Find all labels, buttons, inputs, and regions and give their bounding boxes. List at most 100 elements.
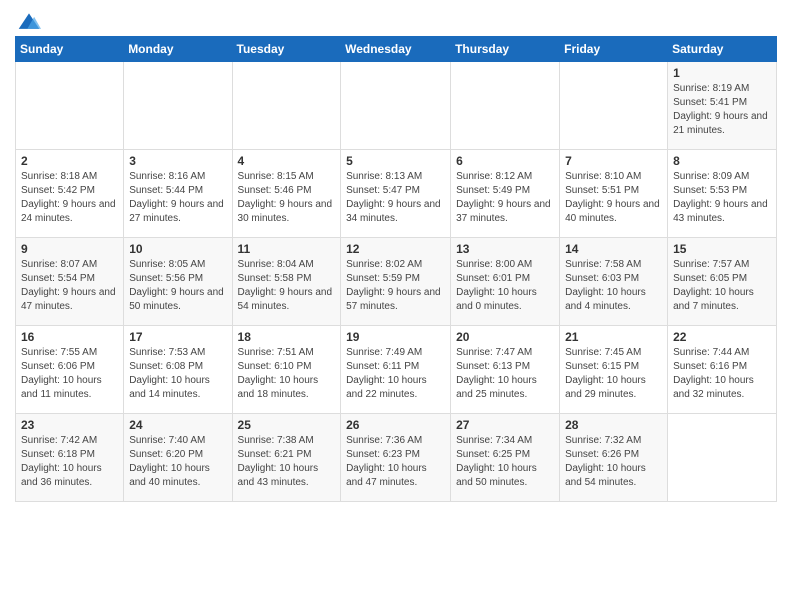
day-info: Sunrise: 8:04 AM Sunset: 5:58 PM Dayligh… — [238, 258, 336, 314]
calendar-body: 1 Sunrise: 8:19 AM Sunset: 5:41 PM Daylig… — [16, 62, 777, 502]
calendar-cell: 15 Sunrise: 7:57 AM Sunset: 6:05 PM Dayli… — [668, 238, 777, 326]
day-number: 17 — [129, 330, 226, 344]
calendar-cell — [560, 62, 668, 150]
calendar-cell — [668, 414, 777, 502]
day-info: Sunrise: 7:51 AM Sunset: 6:10 PM Dayligh… — [238, 346, 336, 402]
calendar-cell: 12 Sunrise: 8:02 AM Sunset: 5:59 PM Dayli… — [341, 238, 451, 326]
calendar-cell: 19 Sunrise: 7:49 AM Sunset: 6:11 PM Dayli… — [341, 326, 451, 414]
calendar-cell: 11Sunrise: 8:04 AM Sunset: 5:58 PM Dayli… — [232, 238, 341, 326]
day-info: Sunrise: 8:05 AM Sunset: 5:56 PM Dayligh… — [129, 258, 226, 314]
day-number: 1 — [673, 66, 771, 80]
day-info: Sunrise: 7:32 AM Sunset: 6:26 PM Dayligh… — [565, 434, 662, 490]
weekday-saturday: Saturday — [668, 37, 777, 62]
day-info: Sunrise: 7:53 AM Sunset: 6:08 PM Dayligh… — [129, 346, 226, 402]
calendar-cell — [16, 62, 124, 150]
day-info: Sunrise: 7:42 AM Sunset: 6:18 PM Dayligh… — [21, 434, 118, 490]
calendar-week-4: 23 Sunrise: 7:42 AM Sunset: 6:18 PM Dayli… — [16, 414, 777, 502]
day-info: Sunrise: 8:12 AM Sunset: 5:49 PM Dayligh… — [456, 170, 554, 226]
day-number: 20 — [456, 330, 554, 344]
day-number: 22 — [673, 330, 771, 344]
weekday-wednesday: Wednesday — [341, 37, 451, 62]
day-number: 3 — [129, 154, 226, 168]
day-info: Sunrise: 8:02 AM Sunset: 5:59 PM Dayligh… — [346, 258, 445, 314]
weekday-friday: Friday — [560, 37, 668, 62]
logo — [15, 10, 41, 28]
calendar-cell: 24 Sunrise: 7:40 AM Sunset: 6:20 PM Dayli… — [124, 414, 232, 502]
weekday-header-row: SundayMondayTuesdayWednesdayThursdayFrid… — [16, 37, 777, 62]
calendar-cell: 27Sunrise: 7:34 AM Sunset: 6:25 PM Dayli… — [451, 414, 560, 502]
calendar-week-1: 2 Sunrise: 8:18 AM Sunset: 5:42 PM Daylig… — [16, 150, 777, 238]
calendar-cell: 25 Sunrise: 7:38 AM Sunset: 6:21 PM Dayli… — [232, 414, 341, 502]
day-number: 5 — [346, 154, 445, 168]
day-number: 2 — [21, 154, 118, 168]
calendar-header: SundayMondayTuesdayWednesdayThursdayFrid… — [16, 37, 777, 62]
calendar-cell: 13 Sunrise: 8:00 AM Sunset: 6:01 PM Dayli… — [451, 238, 560, 326]
calendar-cell: 16 Sunrise: 7:55 AM Sunset: 6:06 PM Dayli… — [16, 326, 124, 414]
day-info: Sunrise: 8:15 AM Sunset: 5:46 PM Dayligh… — [238, 170, 336, 226]
day-number: 13 — [456, 242, 554, 256]
calendar-cell: 20 Sunrise: 7:47 AM Sunset: 6:13 PM Dayli… — [451, 326, 560, 414]
day-info: Sunrise: 8:19 AM Sunset: 5:41 PM Dayligh… — [673, 82, 771, 138]
calendar-cell — [124, 62, 232, 150]
day-info: Sunrise: 7:45 AM Sunset: 6:15 PM Dayligh… — [565, 346, 662, 402]
day-number: 23 — [21, 418, 118, 432]
calendar-cell — [232, 62, 341, 150]
calendar-cell — [341, 62, 451, 150]
day-info: Sunrise: 7:49 AM Sunset: 6:11 PM Dayligh… — [346, 346, 445, 402]
calendar-cell: 9 Sunrise: 8:07 AM Sunset: 5:54 PM Daylig… — [16, 238, 124, 326]
calendar-week-0: 1 Sunrise: 8:19 AM Sunset: 5:41 PM Daylig… — [16, 62, 777, 150]
weekday-monday: Monday — [124, 37, 232, 62]
weekday-sunday: Sunday — [16, 37, 124, 62]
page-header — [15, 10, 777, 28]
calendar-cell: 6 Sunrise: 8:12 AM Sunset: 5:49 PM Daylig… — [451, 150, 560, 238]
day-info: Sunrise: 8:10 AM Sunset: 5:51 PM Dayligh… — [565, 170, 662, 226]
calendar-cell: 2 Sunrise: 8:18 AM Sunset: 5:42 PM Daylig… — [16, 150, 124, 238]
day-number: 10 — [129, 242, 226, 256]
day-info: Sunrise: 7:57 AM Sunset: 6:05 PM Dayligh… — [673, 258, 771, 314]
day-info: Sunrise: 8:18 AM Sunset: 5:42 PM Dayligh… — [21, 170, 118, 226]
day-info: Sunrise: 7:58 AM Sunset: 6:03 PM Dayligh… — [565, 258, 662, 314]
calendar-cell: 10 Sunrise: 8:05 AM Sunset: 5:56 PM Dayli… — [124, 238, 232, 326]
calendar-cell: 8 Sunrise: 8:09 AM Sunset: 5:53 PM Daylig… — [668, 150, 777, 238]
day-info: Sunrise: 8:00 AM Sunset: 6:01 PM Dayligh… — [456, 258, 554, 314]
day-number: 26 — [346, 418, 445, 432]
day-number: 15 — [673, 242, 771, 256]
calendar-cell: 21Sunrise: 7:45 AM Sunset: 6:15 PM Dayli… — [560, 326, 668, 414]
day-info: Sunrise: 7:36 AM Sunset: 6:23 PM Dayligh… — [346, 434, 445, 490]
weekday-tuesday: Tuesday — [232, 37, 341, 62]
day-info: Sunrise: 8:07 AM Sunset: 5:54 PM Dayligh… — [21, 258, 118, 314]
day-number: 27 — [456, 418, 554, 432]
day-number: 16 — [21, 330, 118, 344]
day-number: 28 — [565, 418, 662, 432]
calendar-table: SundayMondayTuesdayWednesdayThursdayFrid… — [15, 36, 777, 502]
day-info: Sunrise: 7:47 AM Sunset: 6:13 PM Dayligh… — [456, 346, 554, 402]
calendar-cell: 26 Sunrise: 7:36 AM Sunset: 6:23 PM Dayli… — [341, 414, 451, 502]
calendar-cell: 23 Sunrise: 7:42 AM Sunset: 6:18 PM Dayli… — [16, 414, 124, 502]
day-number: 18 — [238, 330, 336, 344]
logo-icon — [17, 10, 41, 34]
day-number: 4 — [238, 154, 336, 168]
day-info: Sunrise: 8:16 AM Sunset: 5:44 PM Dayligh… — [129, 170, 226, 226]
day-info: Sunrise: 7:55 AM Sunset: 6:06 PM Dayligh… — [21, 346, 118, 402]
day-info: Sunrise: 7:44 AM Sunset: 6:16 PM Dayligh… — [673, 346, 771, 402]
day-info: Sunrise: 7:40 AM Sunset: 6:20 PM Dayligh… — [129, 434, 226, 490]
day-number: 8 — [673, 154, 771, 168]
weekday-thursday: Thursday — [451, 37, 560, 62]
day-number: 24 — [129, 418, 226, 432]
day-number: 12 — [346, 242, 445, 256]
calendar-cell: 3 Sunrise: 8:16 AM Sunset: 5:44 PM Daylig… — [124, 150, 232, 238]
day-number: 6 — [456, 154, 554, 168]
day-number: 9 — [21, 242, 118, 256]
calendar-cell: 14Sunrise: 7:58 AM Sunset: 6:03 PM Dayli… — [560, 238, 668, 326]
calendar-cell: 5Sunrise: 8:13 AM Sunset: 5:47 PM Daylig… — [341, 150, 451, 238]
calendar-week-2: 9 Sunrise: 8:07 AM Sunset: 5:54 PM Daylig… — [16, 238, 777, 326]
calendar-cell: 17 Sunrise: 7:53 AM Sunset: 6:08 PM Dayli… — [124, 326, 232, 414]
day-number: 19 — [346, 330, 445, 344]
day-info: Sunrise: 7:38 AM Sunset: 6:21 PM Dayligh… — [238, 434, 336, 490]
calendar-cell: 1 Sunrise: 8:19 AM Sunset: 5:41 PM Daylig… — [668, 62, 777, 150]
day-number: 25 — [238, 418, 336, 432]
day-info: Sunrise: 8:09 AM Sunset: 5:53 PM Dayligh… — [673, 170, 771, 226]
day-number: 7 — [565, 154, 662, 168]
calendar-cell: 22 Sunrise: 7:44 AM Sunset: 6:16 PM Dayli… — [668, 326, 777, 414]
calendar-cell: 18 Sunrise: 7:51 AM Sunset: 6:10 PM Dayli… — [232, 326, 341, 414]
